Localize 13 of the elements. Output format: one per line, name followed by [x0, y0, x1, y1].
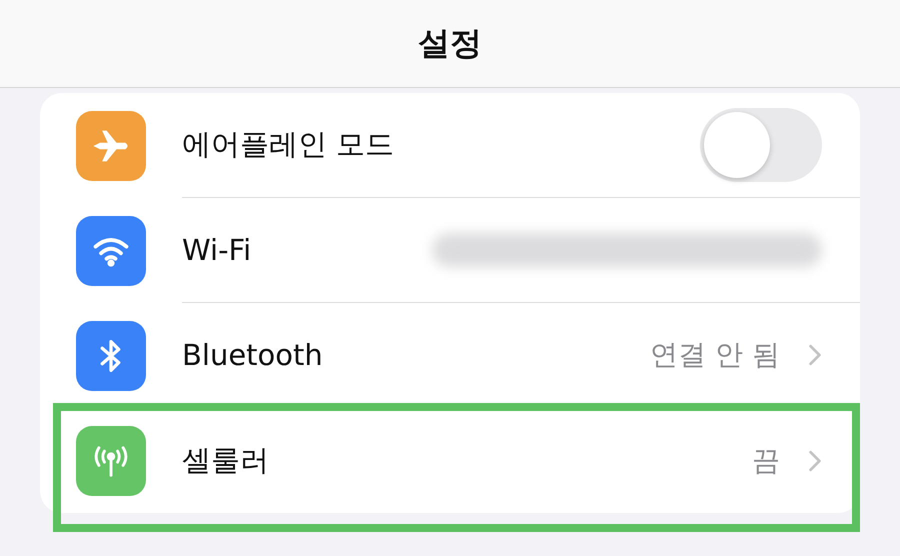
page-title: 설정	[418, 22, 482, 64]
chevron-icon	[808, 344, 822, 366]
row-value: 끔	[752, 442, 780, 478]
row-label: 셀룰러	[182, 442, 270, 478]
chevron-icon	[808, 450, 822, 472]
row-label: 에어플레인 모드	[182, 126, 396, 163]
settings-row[interactable]: 셀룰러 끔	[40, 408, 860, 513]
settings-row[interactable]: Wi-Fi	[40, 198, 860, 303]
settings-row[interactable]: 에어플레인 모드	[40, 93, 860, 198]
row-value: 연결 안 됨	[650, 337, 780, 373]
row-label: Wi-Fi	[182, 233, 252, 267]
settings-row[interactable]: Bluetooth 연결 안 됨	[40, 303, 860, 408]
row-label: Bluetooth	[182, 338, 324, 372]
